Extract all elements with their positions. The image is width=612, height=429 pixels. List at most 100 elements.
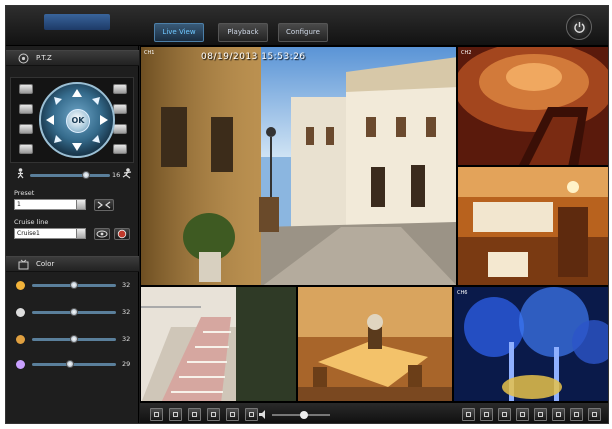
record-button[interactable]	[169, 408, 182, 421]
kitchen-image	[458, 167, 608, 285]
iris-open-button[interactable]	[113, 124, 127, 134]
start-cruise-button[interactable]	[94, 228, 110, 240]
camera-view-6[interactable]: CH6	[453, 286, 608, 402]
stop-icon	[211, 412, 216, 417]
bottom-toolbar	[140, 402, 608, 423]
color-slider-knob[interactable]	[70, 281, 78, 289]
volume-knob[interactable]	[299, 411, 308, 419]
focus-far-button[interactable]	[113, 104, 127, 114]
ptz-icon	[18, 53, 29, 64]
next-page-button[interactable]	[588, 408, 601, 421]
camera-view-4[interactable]	[140, 286, 297, 402]
layout-6-button[interactable]	[498, 408, 511, 421]
cruise-line-value: Cruise1	[17, 230, 40, 237]
brick-vault-image	[458, 47, 608, 165]
brightness-icon	[16, 281, 25, 290]
color-slider-knob[interactable]	[70, 308, 78, 316]
color-slider-knob[interactable]	[70, 335, 78, 343]
snapshot-button[interactable]	[150, 408, 163, 421]
ptz-direction-dial[interactable]: OK	[39, 82, 115, 158]
camera-view-2[interactable]: CH2	[457, 46, 608, 166]
camera-6-label: CH6	[457, 290, 468, 296]
tab-live-view[interactable]: Live View	[154, 23, 204, 42]
camera-1-label: CH1	[144, 50, 155, 56]
color-slider-knob[interactable]	[65, 360, 74, 368]
crosshair-icon	[97, 201, 111, 209]
speaker-icon	[259, 410, 265, 419]
brand-logo	[44, 14, 110, 30]
ptz-title: P.T.Z	[36, 54, 52, 62]
record-icon	[173, 412, 178, 417]
fullscreen-button[interactable]	[245, 408, 258, 421]
iris-close-button[interactable]	[19, 124, 33, 134]
layout-4-button[interactable]	[480, 408, 493, 421]
color-value: 32	[122, 281, 131, 289]
top-bar: Live View Playback Configure	[6, 6, 608, 46]
power-icon	[574, 22, 585, 33]
chevron-left-icon	[574, 412, 579, 417]
color-slider[interactable]	[32, 281, 116, 289]
previous-page-button[interactable]	[570, 408, 583, 421]
camera-view-5[interactable]	[297, 286, 453, 402]
microphone-icon	[230, 412, 235, 417]
staircase-image	[141, 287, 296, 401]
chevron-right-icon	[592, 412, 597, 417]
camera-view-3[interactable]	[457, 166, 608, 286]
color-value: 32	[122, 335, 131, 343]
layout-eight-icon	[520, 412, 525, 417]
night-trees-image	[454, 287, 608, 401]
preset-select[interactable]: 1	[14, 199, 86, 210]
stop-cruise-button[interactable]	[114, 228, 130, 240]
ptz-speed-knob[interactable]	[82, 171, 90, 179]
camera-2-label: CH2	[461, 50, 472, 56]
dvr-window: Live View Playback Configure P.T.Z OK 16…	[5, 5, 609, 424]
tv-icon	[18, 259, 29, 270]
ptz-ok-button[interactable]: OK	[66, 109, 90, 133]
cruise-line-select[interactable]: Cruise1	[14, 228, 86, 239]
goto-preset-button[interactable]	[94, 199, 114, 211]
layout-sixteen-icon	[556, 412, 561, 417]
layout-1-button[interactable]	[462, 408, 475, 421]
saturation-icon	[16, 335, 25, 344]
ptz-speed-value: 16	[112, 171, 121, 179]
layout-quad-icon	[484, 412, 489, 417]
color-slider[interactable]	[32, 360, 116, 368]
dining-room-image	[298, 287, 452, 401]
ptz-control: OK	[10, 77, 134, 163]
talk-button[interactable]	[226, 408, 239, 421]
layout-8-button[interactable]	[516, 408, 529, 421]
ptz-speed-slider[interactable]	[30, 171, 110, 179]
ptz-header: P.T.Z	[6, 50, 139, 66]
layout-9-button[interactable]	[534, 408, 547, 421]
video-grid: CH1 08/19/2013 15:53:26 CH2 CH6	[140, 46, 608, 402]
stop-all-button[interactable]	[207, 408, 220, 421]
wiper-button[interactable]	[113, 144, 127, 154]
eye-icon	[96, 230, 108, 238]
zoom-out-button[interactable]	[19, 84, 33, 94]
street-scene-image	[141, 47, 456, 285]
start-all-button[interactable]	[188, 408, 201, 421]
speed-slow-icon	[17, 168, 24, 179]
contrast-icon	[16, 308, 25, 317]
play-icon	[192, 412, 197, 417]
cruise-line-label: Cruise line	[14, 218, 49, 226]
logout-button[interactable]	[566, 14, 592, 40]
focus-near-button[interactable]	[19, 104, 33, 114]
camera-icon	[154, 412, 159, 417]
tab-playback[interactable]: Playback	[218, 23, 268, 42]
zoom-in-button[interactable]	[113, 84, 127, 94]
speed-fast-icon	[122, 168, 132, 179]
color-header: Color	[6, 256, 139, 272]
color-slider[interactable]	[32, 308, 116, 316]
layout-16-button[interactable]	[552, 408, 565, 421]
osd-timestamp: 08/19/2013 15:53:26	[201, 52, 306, 62]
camera-view-1[interactable]: CH1 08/19/2013 15:53:26	[140, 46, 457, 286]
color-slider[interactable]	[32, 335, 116, 343]
chevron-down-icon	[76, 229, 85, 238]
control-panel: P.T.Z OK 16 Preset 1 Cruise line Cruise1…	[6, 46, 139, 423]
color-value: 29	[122, 360, 131, 368]
light-button[interactable]	[19, 144, 33, 154]
tab-configure[interactable]: Configure	[278, 23, 328, 42]
volume-slider[interactable]	[272, 411, 330, 419]
layout-nine-icon	[538, 412, 543, 417]
